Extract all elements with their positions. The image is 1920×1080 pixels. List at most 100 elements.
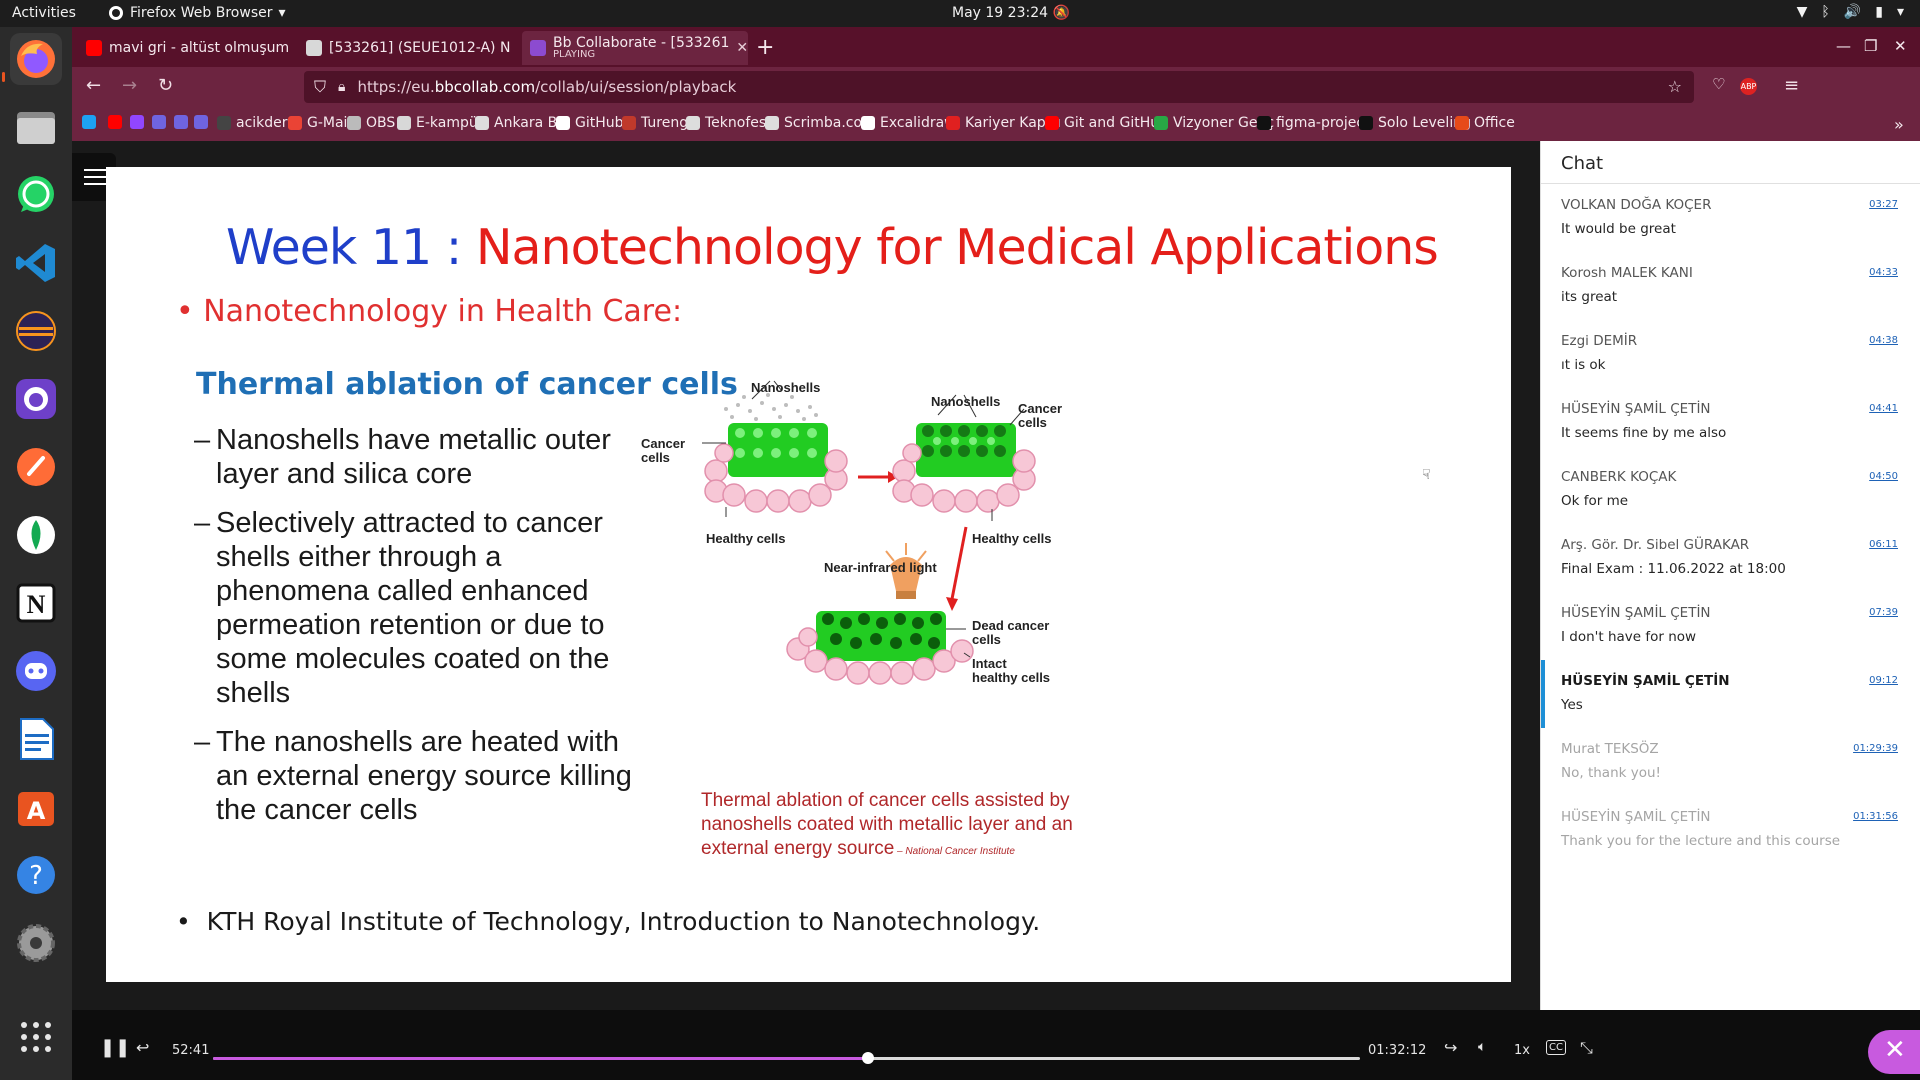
bookmark-icon <box>152 115 166 129</box>
bookmark-acikders[interactable]: acikders <box>217 115 295 131</box>
software-center-icon[interactable]: A <box>10 781 62 833</box>
slide-item: Nanoshells have metallic outer layer and… <box>194 423 644 491</box>
bookmark-icon-0[interactable] <box>82 115 96 129</box>
tab-moodle[interactable]: [533261] (SEUE1012-A) N ✕ <box>298 31 518 65</box>
clock[interactable]: May 19 23:24 🔕 <box>952 5 1070 21</box>
system-tray[interactable]: ▼ ᛒ 🔊 ▮ ▾ <box>1797 4 1904 20</box>
app-menu-button[interactable]: ≡ <box>1784 75 1799 96</box>
chat-message[interactable]: Korosh MALEK KANI its great 04:33 <box>1541 252 1920 320</box>
close-icon[interactable]: ✕ <box>517 40 518 56</box>
bookmark-icon-3[interactable] <box>152 115 166 129</box>
bookmark-star-icon[interactable]: ☆ <box>1668 77 1682 96</box>
vscode-icon[interactable] <box>10 237 62 289</box>
chat-message[interactable]: Ezgi DEMİR ıt is ok 04:38 <box>1541 320 1920 388</box>
bookmark-icon-2[interactable] <box>130 115 144 129</box>
close-window-button[interactable]: ✕ <box>1894 37 1907 55</box>
app-grid-icon[interactable] <box>10 1011 62 1063</box>
bookmark-tureng[interactable]: Tureng <box>622 115 688 131</box>
chat-timestamp-link[interactable]: 03:27 <box>1869 199 1898 210</box>
more-bookmarks-icon[interactable]: » <box>1894 115 1904 134</box>
close-icon[interactable]: ✕ <box>736 40 748 56</box>
mongodb-compass-icon[interactable] <box>10 509 62 561</box>
github-desktop-icon[interactable] <box>10 373 62 425</box>
tab-youtube[interactable]: mavi gri - altüst olmuşum ✕ <box>78 31 294 65</box>
fullscreen-button[interactable]: ⤡ <box>1580 1038 1593 1058</box>
chat-message[interactable]: Murat TEKSÖZ No, thank you! 01:29:39 <box>1541 728 1920 796</box>
url-bar[interactable]: ⛉ 🔒︎ https://eu.bbcollab.com/collab/ui/s… <box>304 71 1694 103</box>
bookmark-excalidraw[interactable]: Excalidraw <box>861 115 956 131</box>
chat-timestamp-link[interactable]: 04:50 <box>1869 471 1898 482</box>
skip-forward-button[interactable]: ↪ <box>1444 1038 1457 1057</box>
reload-button[interactable]: ↻ <box>158 75 173 96</box>
chat-timestamp-link[interactable]: 04:33 <box>1869 267 1898 278</box>
back-button[interactable]: ← <box>86 75 101 96</box>
app-menu[interactable]: Firefox Web Browser ▾ <box>108 5 286 21</box>
chat-timestamp-link[interactable]: 01:29:39 <box>1853 743 1898 754</box>
chat-timestamp-link[interactable]: 01:31:56 <box>1853 811 1898 822</box>
forward-button[interactable]: → <box>122 75 137 96</box>
chat-message[interactable]: CANBERK KOÇAK Ok for me 04:50 <box>1541 456 1920 524</box>
stage1-cells <box>704 393 848 513</box>
chat-message[interactable]: HÜSEYİN ŞAMİL ÇETİN Thank you for the lec… <box>1541 796 1920 864</box>
chat-message[interactable]: Arş. Gör. Dr. Sibel GÜRAKAR Final Exam : … <box>1541 524 1920 592</box>
tab-collaborate[interactable]: Bb Collaborate - [533261 PLAYING ✕ <box>522 31 748 65</box>
bookmark-e-kamp-s[interactable]: E-kampüs <box>397 115 485 131</box>
replay-back-button[interactable]: ↩ <box>136 1038 149 1057</box>
postman-icon[interactable] <box>10 441 62 493</box>
firefox-icon[interactable] <box>10 33 62 85</box>
bookmark-label: Office <box>1474 115 1515 131</box>
url-text[interactable]: https://eu.bbcollab.com/collab/ui/sessio… <box>357 78 736 96</box>
progress-thumb[interactable] <box>862 1052 875 1064</box>
progress-track[interactable] <box>213 1052 1360 1064</box>
speed-button[interactable]: 1x <box>1514 1043 1530 1058</box>
chat-timestamp-link[interactable]: 06:11 <box>1869 539 1898 550</box>
slide-item: Selectively attracted to cancer shells e… <box>194 506 644 710</box>
chat-message[interactable]: VOLKAN DOĞA KOÇER It would be great 03:27 <box>1541 184 1920 252</box>
pause-button[interactable]: ❚❚ <box>100 1037 130 1058</box>
chat-timestamp-link[interactable]: 09:12 <box>1869 675 1898 686</box>
minimize-button[interactable]: — <box>1836 37 1851 55</box>
activities-button[interactable]: Activities <box>12 5 76 21</box>
whatsapp-icon[interactable] <box>10 169 62 221</box>
bookmark-github[interactable]: GitHub <box>556 115 624 131</box>
files-icon[interactable] <box>10 101 62 153</box>
globe-icon <box>686 116 700 130</box>
lock-icon[interactable]: 🔒︎ <box>338 79 345 95</box>
libreoffice-writer-icon[interactable] <box>10 713 62 765</box>
bookmark-office[interactable]: Office <box>1455 115 1515 131</box>
new-tab-button[interactable]: + <box>756 35 774 60</box>
bookmark-teknofest[interactable]: Teknofest <box>686 115 772 131</box>
discord-icon[interactable] <box>10 645 62 697</box>
captions-button[interactable]: CC <box>1546 1040 1566 1055</box>
bookmark-icon-5[interactable] <box>194 115 208 129</box>
chat-message-list[interactable]: VOLKAN DOĞA KOÇER It would be great 03:27 K… <box>1541 184 1920 864</box>
volume-button[interactable]: 🔈︎ <box>1478 1039 1486 1055</box>
settings-icon[interactable] <box>10 917 62 969</box>
tracking-shield-icon[interactable]: ⛉ <box>314 77 326 97</box>
leave-session-button[interactable]: ✕ <box>1868 1030 1920 1074</box>
twitter-icon <box>82 115 96 129</box>
adblock-plus-icon[interactable]: ABP <box>1740 78 1757 95</box>
bookmark-icon-4[interactable] <box>174 115 188 129</box>
bookmark-scrimba-com[interactable]: Scrimba.com <box>765 115 876 131</box>
restore-button[interactable]: ❐ <box>1864 37 1877 55</box>
eclipse-icon[interactable] <box>10 305 62 357</box>
bookmark-figma-project[interactable]: figma-project <box>1257 115 1370 131</box>
chat-message[interactable]: HÜSEYİN ŞAMİL ÇETİN I don't have for now 0… <box>1541 592 1920 660</box>
help-icon[interactable]: ? <box>10 849 62 901</box>
chat-text: No, thank you! <box>1561 765 1661 781</box>
chat-timestamp-link[interactable]: 04:38 <box>1869 335 1898 346</box>
chat-timestamp-link[interactable]: 04:41 <box>1869 403 1898 414</box>
bookmark-git-and-github[interactable]: Git and GitHub <box>1045 115 1168 131</box>
bookmark-ankara-bil[interactable]: Ankara Bil <box>475 115 565 131</box>
bookmark-icon-1[interactable] <box>108 115 122 129</box>
bookmark-g-mail[interactable]: G-Mail <box>288 115 351 131</box>
chat-timestamp-link[interactable]: 07:39 <box>1869 607 1898 618</box>
bookmark-kariyer-kap-s-[interactable]: Kariyer Kapısı <box>946 115 1061 131</box>
chat-message[interactable]: HÜSEYİN ŞAMİL ÇETİN Yes 09:12 <box>1541 660 1920 728</box>
notion-icon[interactable]: N <box>10 577 62 629</box>
chat-message[interactable]: HÜSEYİN ŞAMİL ÇETİN It seems fine by me a… <box>1541 388 1920 456</box>
pocket-icon[interactable]: ♡ <box>1712 75 1725 93</box>
bookmark-obs[interactable]: OBS <box>347 115 395 131</box>
chat-text: It seems fine by me also <box>1561 425 1727 441</box>
